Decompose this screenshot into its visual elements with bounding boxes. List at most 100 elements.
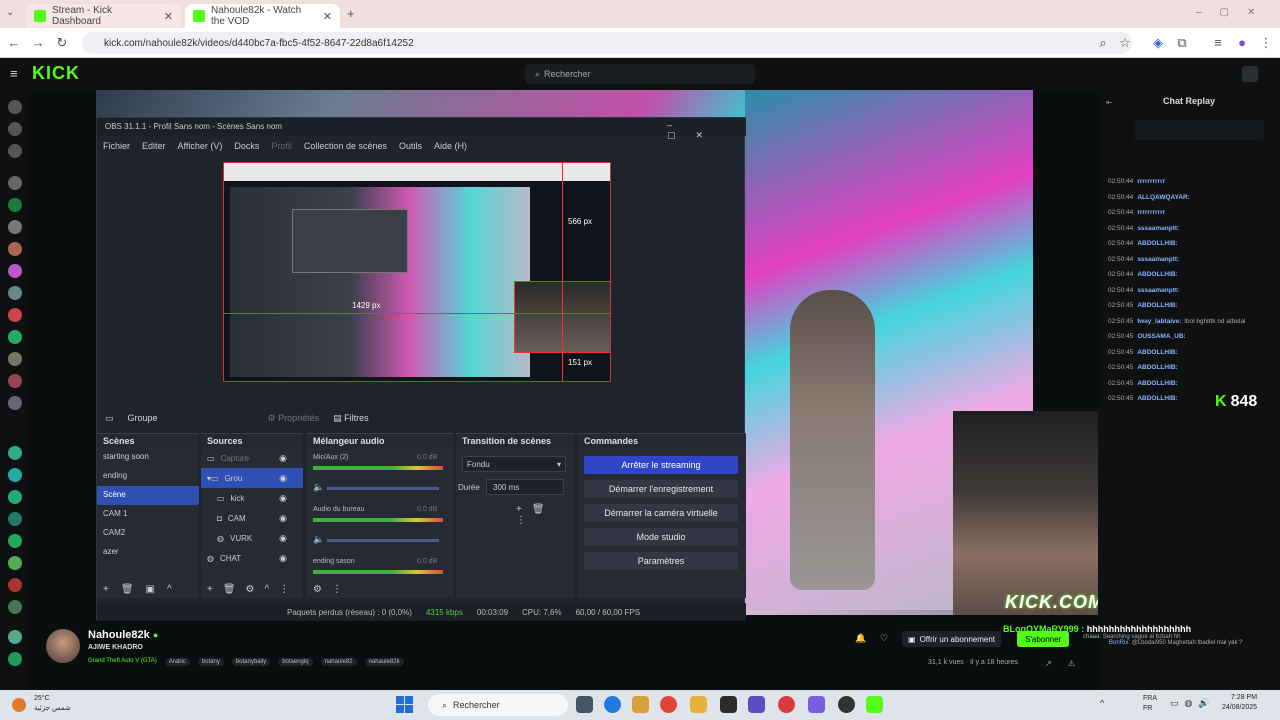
weather-icon[interactable]	[12, 698, 26, 712]
weather-widget[interactable]: 25°C شمس جزئية	[34, 694, 71, 714]
obs-taskbar-icon[interactable]	[838, 696, 855, 713]
menu-icon[interactable]: ≡	[1210, 35, 1226, 51]
tag[interactable]: nahaule82k	[364, 658, 404, 666]
scene-item-selected[interactable]: Scène	[97, 486, 199, 505]
chat-username[interactable]: ALLQAWQAYAR:	[1137, 194, 1190, 201]
menu-fichier[interactable]: Fichier	[103, 141, 130, 151]
back-icon[interactable]: ←	[6, 35, 22, 51]
reload-icon[interactable]: ↻	[54, 35, 70, 51]
scene-item[interactable]: starting soon	[97, 448, 199, 467]
user-menu-icon[interactable]	[1242, 66, 1258, 82]
taskbar-search[interactable]: ⌕ Rechercher	[428, 694, 568, 716]
chat-username[interactable]: ABDOLLHIB:	[1137, 349, 1177, 356]
chat-username[interactable]: OUSSAMA_UB:	[1137, 333, 1185, 340]
home-icon[interactable]	[8, 100, 22, 114]
stop-streaming-button[interactable]: Arrêter le streaming	[584, 456, 738, 474]
profile-icon[interactable]: ●	[1234, 35, 1250, 51]
channel-avatar-icon[interactable]	[8, 374, 22, 388]
chat-username[interactable]: ABDOLLHIB:	[1137, 380, 1177, 387]
eye-icon[interactable]: ◉	[279, 553, 287, 564]
source-toolbar[interactable]: +🗑⚙^⋮	[207, 584, 299, 595]
transition-toolbar[interactable]: +🗑⋮	[516, 504, 574, 526]
menu-aide[interactable]: Aide (H)	[434, 141, 467, 151]
obs-preview[interactable]: 566 px 1429 px 151 px	[223, 162, 611, 382]
settings-button[interactable]: Paramètres	[584, 552, 738, 570]
tag[interactable]: botanybaily	[231, 658, 271, 666]
extension-icon[interactable]: ◈	[1150, 35, 1166, 51]
forward-icon[interactable]: →	[30, 35, 46, 51]
source-item[interactable]: ◘ CAM ◉	[201, 508, 303, 528]
channel-avatar-icon[interactable]	[8, 630, 22, 644]
channel-avatar-icon[interactable]	[8, 490, 22, 504]
tray-arrow-icon[interactable]: ^	[1100, 698, 1104, 708]
channel-avatar-icon[interactable]	[8, 600, 22, 614]
browse-icon[interactable]	[8, 122, 22, 136]
start-recording-button[interactable]: Démarrer l'enregistrement	[584, 480, 738, 498]
close-icon[interactable]: ✕	[164, 10, 173, 23]
menu-outils[interactable]: Outils	[399, 141, 422, 151]
chrome-icon[interactable]	[660, 696, 677, 713]
chat-username[interactable]: ABDOLLHIB:	[1137, 364, 1177, 371]
language-indicator[interactable]: FRA FR	[1143, 694, 1159, 714]
tab-dashboard[interactable]: Stream - Kick Dashboard ✕	[26, 4, 181, 28]
channel-avatar-icon[interactable]	[8, 176, 22, 190]
chat-username[interactable]: ABDOLLHIB:	[1137, 302, 1177, 309]
eye-icon[interactable]: ◉	[279, 453, 287, 464]
channel-avatar-icon[interactable]	[8, 512, 22, 526]
eye-icon[interactable]: ◉	[279, 533, 287, 544]
new-tab-icon[interactable]: +	[347, 6, 355, 21]
tag[interactable]: botany	[197, 658, 224, 666]
tab-list-icon[interactable]: ⌄	[6, 7, 14, 18]
task-view-icon[interactable]	[576, 696, 593, 713]
properties-button[interactable]: ⚙ Propriétés	[268, 413, 320, 424]
chat-username[interactable]: rrrrrrrrrrr	[1137, 209, 1165, 216]
source-item-selected[interactable]: ▾▭ Grou ◉	[201, 468, 303, 488]
channel-avatar-icon[interactable]	[8, 534, 22, 548]
channel-avatar-icon[interactable]	[8, 352, 22, 366]
duration-stepper[interactable]: 300 ms	[486, 479, 564, 495]
avatar[interactable]	[46, 629, 80, 663]
following-icon[interactable]	[8, 144, 22, 158]
channel-avatar-icon[interactable]	[8, 396, 22, 410]
tag[interactable]: botaengiq	[278, 658, 313, 666]
channel-avatar-icon[interactable]	[8, 198, 22, 212]
tag[interactable]: nahaule82	[320, 658, 357, 666]
channel-avatar-icon[interactable]	[8, 242, 22, 256]
chat-username[interactable]: rrrrrrrrrrr	[1137, 178, 1165, 185]
channel-avatar-icon[interactable]	[8, 468, 22, 482]
edge-icon[interactable]	[604, 696, 621, 713]
bookmark-star-icon[interactable]: ☆	[1117, 35, 1133, 51]
kick-taskbar-icon[interactable]	[866, 696, 883, 713]
channel-avatar-icon[interactable]	[8, 578, 22, 592]
app-icon[interactable]	[720, 696, 737, 713]
collapse-icon[interactable]: ⇤	[1106, 98, 1113, 107]
share-icon[interactable]: ↗	[1045, 659, 1052, 668]
filters-button[interactable]: ▤ Filtres	[333, 413, 369, 424]
chat-username[interactable]: sssaamanptt:	[1137, 256, 1179, 263]
tray-icons[interactable]: ▭◍🔊	[1170, 698, 1216, 709]
more-icon[interactable]: ⋮	[1258, 35, 1274, 51]
channel-avatar-icon[interactable]	[8, 330, 22, 344]
scene-item[interactable]: azer	[97, 543, 199, 562]
source-item[interactable]: ▭ Capture ◉	[201, 448, 303, 468]
report-icon[interactable]: ⚠	[1068, 659, 1075, 668]
zoom-icon[interactable]: ⌕	[1095, 35, 1111, 51]
chat-username[interactable]: ABDOLLHIB:	[1137, 395, 1177, 402]
source-item[interactable]: ◍ VURK ◉	[201, 528, 303, 548]
scene-item[interactable]: ending	[97, 467, 199, 486]
extensions-puzzle-icon[interactable]: ⧉	[1174, 35, 1190, 51]
gift-subscription-button[interactable]: ▣ Offrir un abonnement	[902, 631, 1002, 647]
scene-toolbar[interactable]: +🗑▣^	[103, 584, 184, 595]
start-virtual-camera-button[interactable]: Démarrer la caméra virtuelle	[584, 504, 738, 522]
tab-vod[interactable]: Nahoule82k - Watch the VOD ✕	[185, 4, 340, 28]
window-controls[interactable]: –▢✕	[1196, 7, 1273, 18]
chat-username[interactable]: sssaamanptt:	[1137, 225, 1179, 232]
scene-item[interactable]: CAM2	[97, 524, 199, 543]
volume-slider[interactable]	[327, 539, 439, 542]
app-icon[interactable]	[808, 696, 825, 713]
streamer-name[interactable]: Nahoule82k ●	[88, 629, 158, 641]
close-icon[interactable]: ✕	[323, 10, 332, 23]
menu-collection[interactable]: Collection de scènes	[304, 141, 387, 151]
channel-avatar-icon[interactable]	[8, 220, 22, 234]
chat-username[interactable]: ABDOLLHIB:	[1137, 240, 1177, 247]
